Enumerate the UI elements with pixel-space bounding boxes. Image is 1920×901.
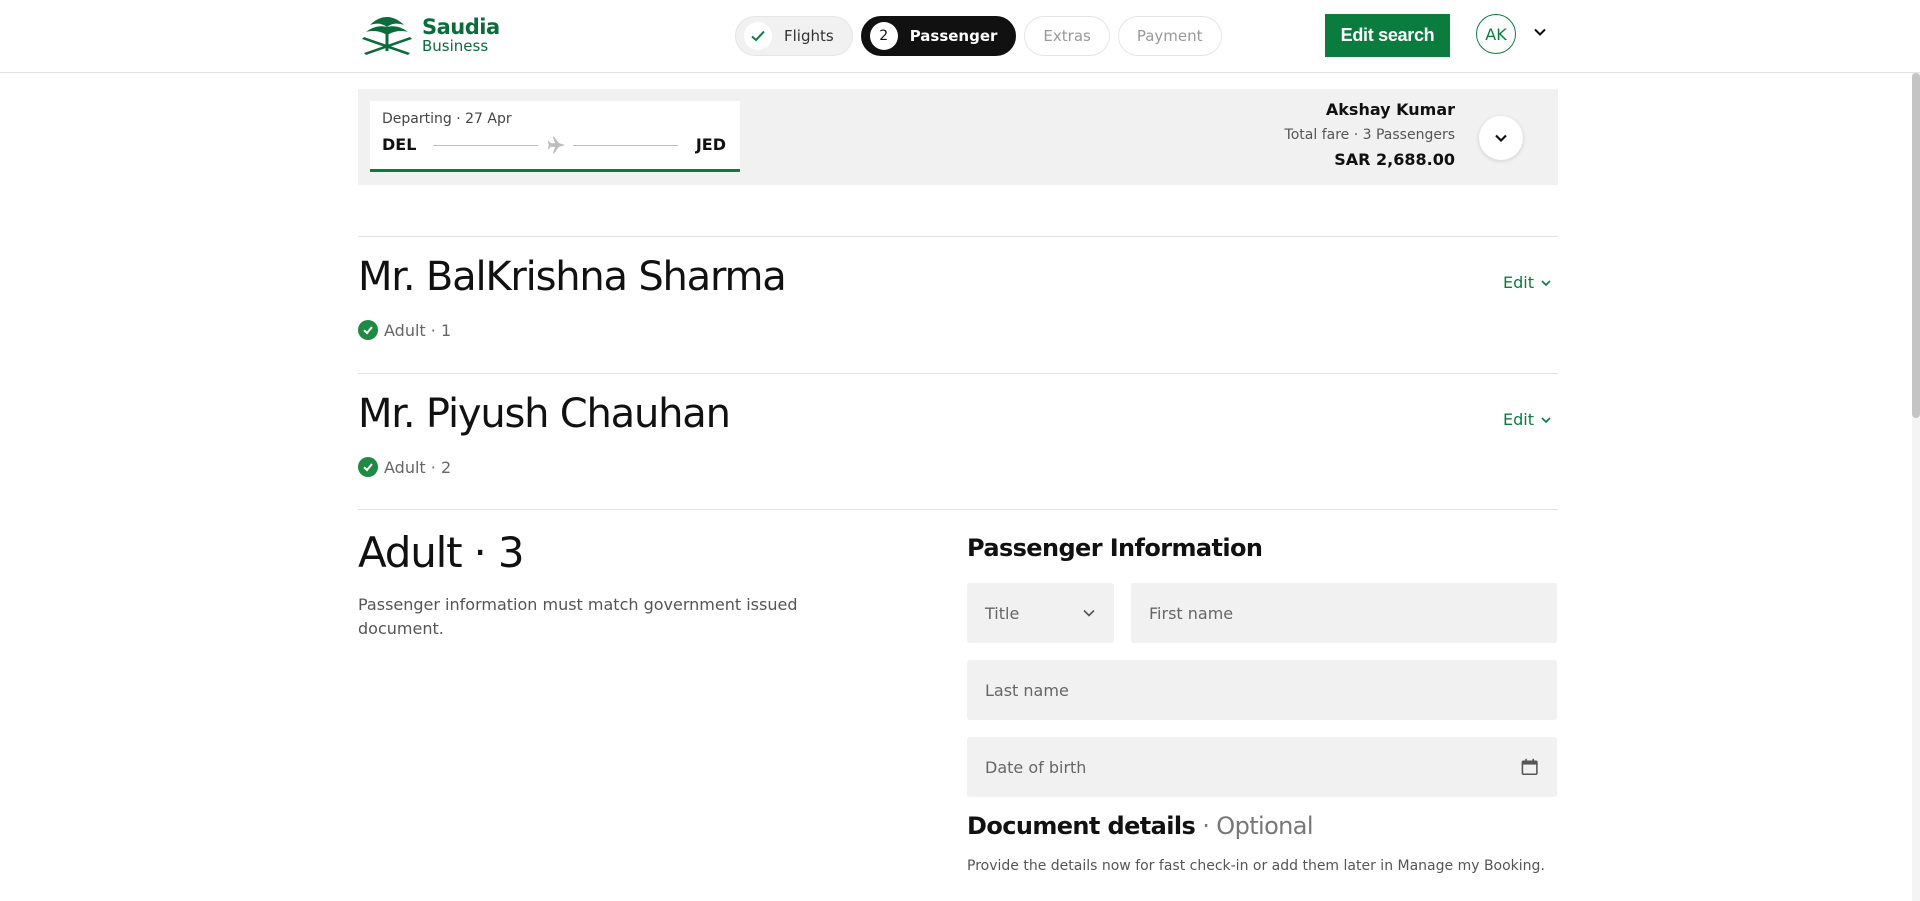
trip-summary-bar: Departing · 27 Apr DEL JED Akshay Kumar … (358, 89, 1558, 185)
document-details-heading: Document details · Optional (967, 812, 1314, 840)
divider (358, 373, 1558, 374)
palm-swords-icon (362, 17, 412, 55)
step-payment[interactable]: Payment (1117, 16, 1222, 56)
step-payment-label: Payment (1136, 27, 1203, 45)
top-header: Saudia Business Flights 2 Passenger Extr… (0, 0, 1920, 73)
optional-label: · Optional (1202, 812, 1313, 840)
date-of-birth-input[interactable] (985, 757, 1520, 777)
chevron-down-icon (1541, 416, 1551, 423)
passenger-status: Adult · 1 (358, 320, 451, 340)
logo-brand-text: Saudia (422, 14, 500, 39)
current-passenger-heading: Adult · 3 (358, 528, 525, 577)
step-passenger-label: Passenger (909, 27, 998, 45)
passenger-information-heading: Passenger Information (967, 534, 1263, 562)
first-name-input[interactable] (1149, 603, 1539, 623)
passenger-type-label: Adult · 2 (384, 457, 452, 477)
document-details-title: Document details (967, 812, 1196, 840)
edit-passenger-button[interactable]: Edit (1503, 273, 1552, 292)
check-circle-icon (358, 457, 378, 477)
chevron-down-icon (1495, 134, 1507, 143)
calendar-icon[interactable] (1520, 757, 1539, 777)
passenger-type-label: Adult · 1 (384, 320, 452, 340)
total-fare-label: Total fare · 3 Passengers (1284, 127, 1455, 143)
check-circle-icon (358, 320, 378, 340)
flight-segment-card[interactable]: Departing · 27 Apr DEL JED (370, 101, 740, 172)
chevron-down-icon (1083, 609, 1095, 617)
chevron-down-icon[interactable] (1532, 24, 1548, 40)
total-fare-amount: SAR 2,688.00 (1334, 150, 1455, 169)
current-passenger-description: Passenger information must match governm… (358, 595, 798, 638)
document-details-description: Provide the details now for fast check-i… (967, 858, 1545, 874)
checkmark-icon (744, 22, 772, 50)
passenger-status: Adult · 2 (358, 457, 451, 477)
edit-passenger-button[interactable]: Edit (1503, 410, 1552, 429)
departure-date: Departing · 27 Apr (382, 111, 512, 127)
origin-code: DEL (382, 135, 417, 154)
last-name-input[interactable] (985, 680, 1539, 700)
step-flights-label: Flights (784, 27, 834, 45)
first-name-field[interactable] (1131, 583, 1557, 643)
title-select-label: Title (985, 603, 1020, 623)
expand-summary-button[interactable] (1479, 116, 1523, 160)
step-passenger[interactable]: 2 Passenger (860, 16, 1017, 56)
scrollbar-thumb[interactable] (1912, 73, 1920, 418)
airplane-icon (547, 136, 566, 154)
divider (358, 509, 1558, 510)
logo-sub-text: Business (422, 36, 489, 55)
route-line (433, 145, 538, 146)
step-number: 2 (869, 22, 898, 50)
booking-steps: Flights 2 Passenger Extras Payment (735, 16, 1222, 56)
user-avatar[interactable]: AK (1476, 14, 1516, 54)
step-flights[interactable]: Flights (735, 16, 853, 56)
step-extras[interactable]: Extras (1024, 16, 1110, 56)
lead-passenger-name: Akshay Kumar (1325, 100, 1455, 119)
chevron-down-icon (1541, 279, 1551, 286)
edit-search-button[interactable]: Edit search (1325, 14, 1450, 57)
divider (358, 236, 1558, 237)
passenger-name: Mr. BalKrishna Sharma (358, 254, 787, 300)
step-extras-label: Extras (1043, 27, 1091, 45)
saudia-business-logo[interactable]: Saudia Business (358, 12, 500, 58)
date-of-birth-field[interactable] (967, 737, 1557, 797)
last-name-field[interactable] (967, 660, 1557, 720)
route-line (573, 145, 678, 146)
destination-code: JED (695, 135, 726, 154)
edit-label: Edit (1503, 273, 1534, 292)
edit-label: Edit (1503, 410, 1534, 429)
title-select[interactable]: Title (967, 583, 1114, 643)
passenger-name: Mr. Piyush Chauhan (358, 391, 731, 437)
